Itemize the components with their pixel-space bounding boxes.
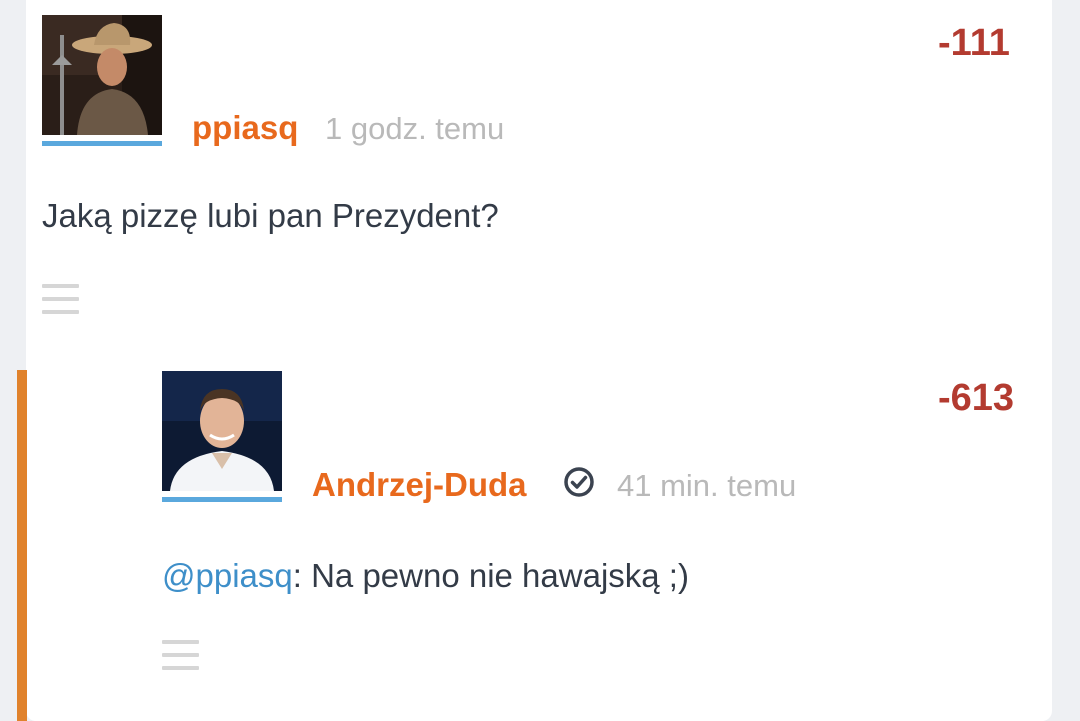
comment-timestamp[interactable]: 1 godz. temu <box>325 111 504 147</box>
comment-avatar-underline <box>42 141 162 146</box>
reply-score: -613 <box>938 377 1015 419</box>
reply-timestamp[interactable]: 41 min. temu <box>617 468 796 504</box>
avatar-photo-icon <box>162 371 282 491</box>
avatar-photo-icon <box>42 15 162 135</box>
reply-text: @ppiasq: Na pewno nie hawajską ;) <box>162 557 689 595</box>
comment-menu-icon[interactable] <box>42 284 79 314</box>
comment-score: -111 <box>938 22 1010 64</box>
reply-mention-link[interactable]: @ppiasq <box>162 557 293 594</box>
comment-avatar[interactable] <box>42 15 162 135</box>
reply-avatar-underline <box>162 497 282 502</box>
reply-menu-icon[interactable] <box>162 640 199 670</box>
reply-avatar[interactable] <box>162 371 282 491</box>
reply-username[interactable]: Andrzej-Duda <box>312 466 527 504</box>
comment-text: Jaką pizzę lubi pan Prezydent? <box>42 197 499 234</box>
comment-username[interactable]: ppiasq <box>192 109 298 147</box>
reply-message: : Na pewno nie hawajską ;) <box>292 557 689 594</box>
reply-thread-bar <box>17 370 27 721</box>
comment-card <box>26 0 1052 721</box>
verified-check-icon <box>562 465 596 499</box>
